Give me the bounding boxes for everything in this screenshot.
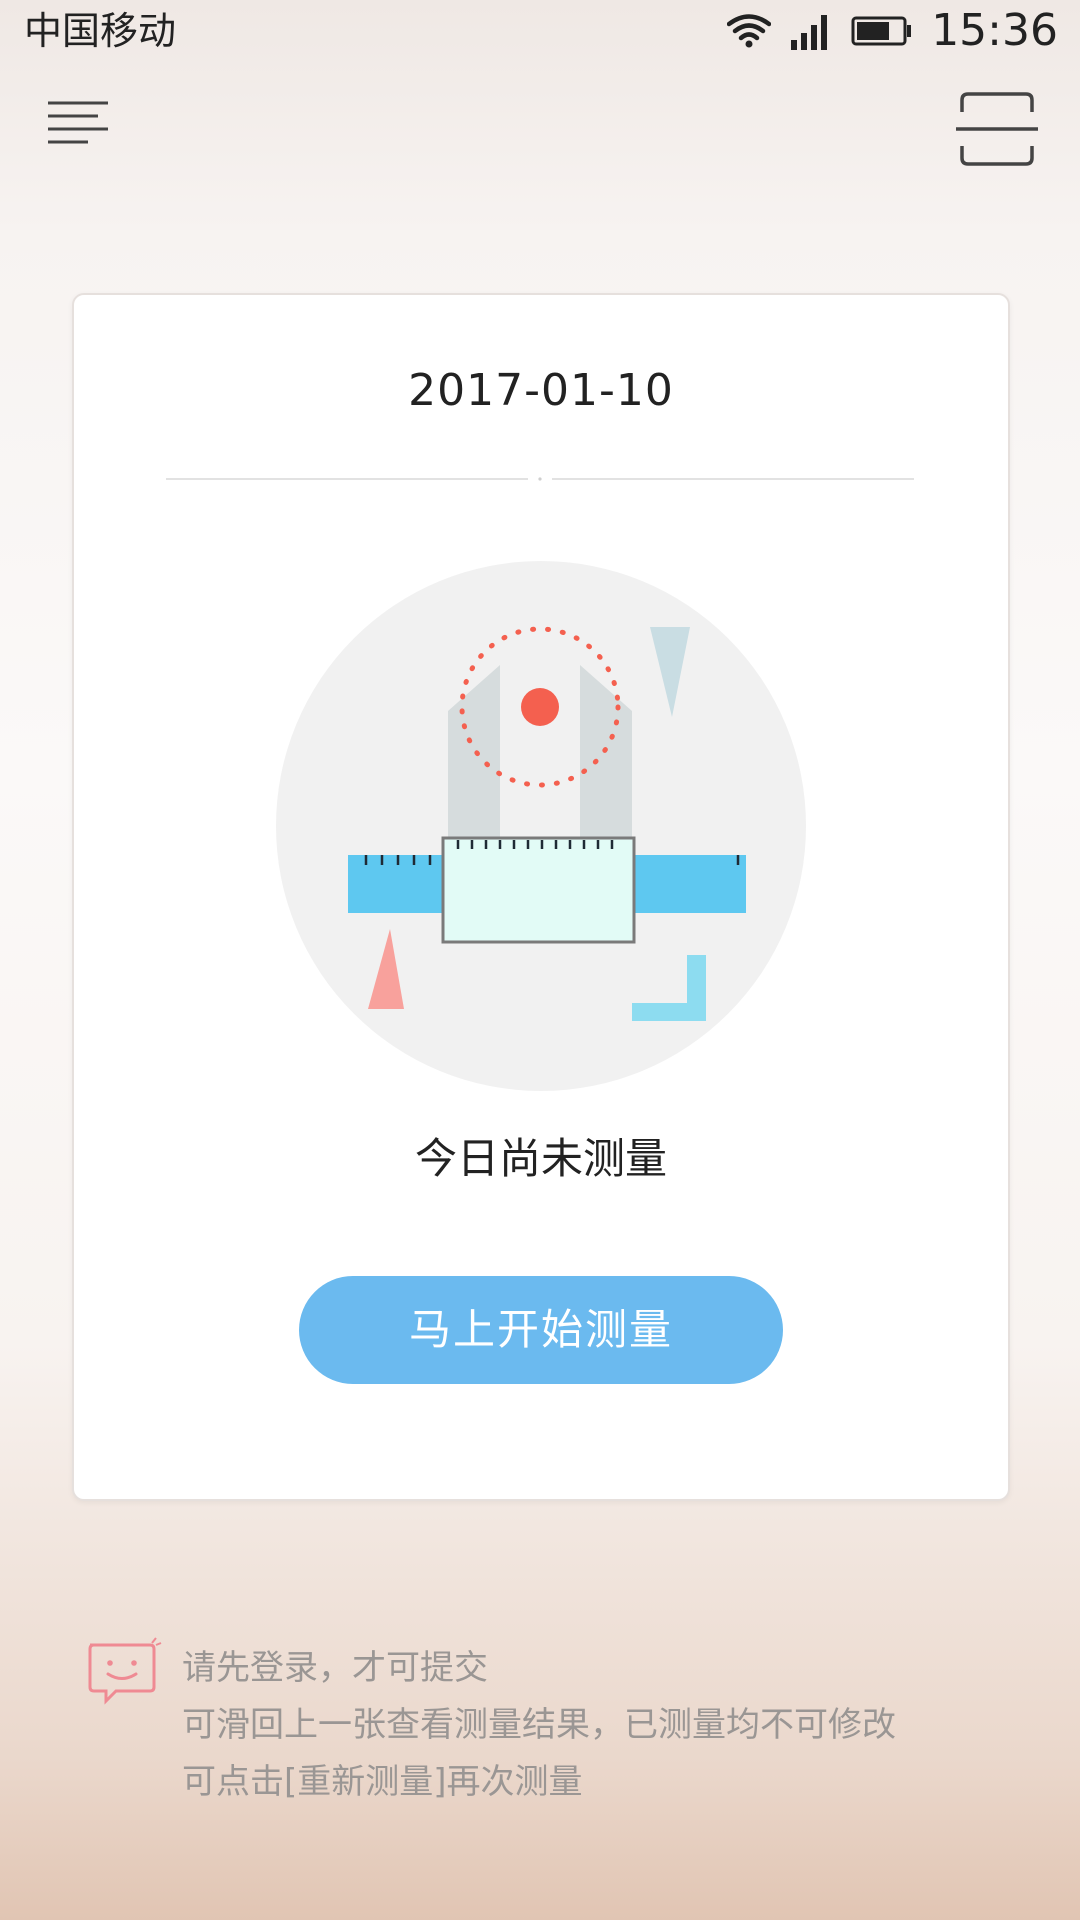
menu-icon [48,101,108,144]
start-measurement-button[interactable]: 马上开始测量 [299,1276,783,1384]
status-icons: 15:36 [727,0,1058,62]
chat-smile-icon [88,1637,162,1705]
tip-line: 可滑回上一张查看测量结果，已测量均不可修改 [182,1705,896,1745]
battery-icon [851,16,912,46]
tips-text: 请先登录，才可提交 可滑回上一张查看测量结果，已测量均不可修改 可点击[重新测量… [182,1640,1042,1811]
target-dot [521,688,559,726]
tip-line: 可点击[重新测量]再次测量 [182,1762,583,1802]
measurement-card: 2017-01-10 今日尚未测量 马上开始测量 [72,293,1010,1501]
signal-icon [791,15,828,50]
carrier-name: 中国移动 [24,9,177,53]
scan-button[interactable] [954,86,1040,172]
clock-time: 15:36 [931,5,1058,56]
caliper-slider [441,836,636,944]
measurement-status: 今日尚未测量 [414,1134,667,1183]
status-bar: 中国移动 15:36 [0,0,1080,62]
measure-illustration [276,561,806,1091]
menu-button[interactable] [40,88,120,168]
illustration-background-circle [276,561,806,1091]
scan-icon [956,92,1038,166]
current-date: 2017-01-10 [408,365,674,416]
tip-line: 请先登录，才可提交 [182,1648,488,1688]
divider [166,477,914,481]
wifi-icon [727,14,772,48]
